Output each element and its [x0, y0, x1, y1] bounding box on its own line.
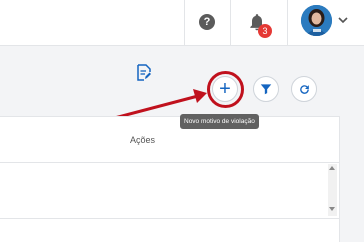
edit-document-icon[interactable]: [137, 64, 151, 81]
add-tooltip: Novo motivo de violação: [180, 114, 259, 129]
add-button[interactable]: +: [212, 76, 238, 102]
scroll-down-arrow[interactable]: [329, 207, 335, 211]
data-table: Ações: [0, 116, 340, 242]
row-divider: [0, 218, 340, 219]
refresh-icon: [299, 84, 309, 94]
filter-button[interactable]: [253, 76, 279, 102]
header-divider: [0, 162, 340, 163]
refresh-button[interactable]: [291, 76, 317, 102]
filter-icon: [260, 84, 272, 95]
column-header-actions: Ações: [130, 135, 156, 145]
scroll-up-arrow[interactable]: [329, 166, 335, 170]
